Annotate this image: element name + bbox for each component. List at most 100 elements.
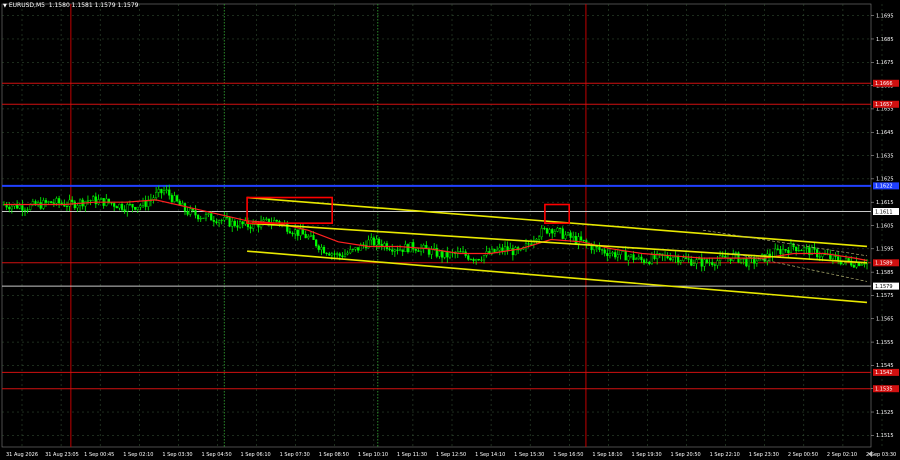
candle-body — [753, 257, 756, 264]
candle-body — [742, 258, 745, 260]
time-tick-label: 1 Sep 03:30 — [162, 452, 192, 458]
candle-body — [459, 251, 462, 253]
candle-body — [320, 247, 323, 250]
level-price-badge-label: 1.1579 — [875, 284, 893, 290]
candle-body — [341, 255, 344, 258]
candle-body — [328, 253, 331, 256]
candle-body — [692, 263, 695, 266]
price-tick-label: 1.1695 — [876, 13, 894, 19]
candle-body — [448, 252, 452, 258]
candle-body — [330, 253, 333, 256]
candle-body — [616, 254, 619, 258]
signal-rectangle[interactable] — [544, 203, 571, 224]
price-tick-label: 1.1545 — [876, 363, 894, 369]
candle-body — [157, 188, 160, 193]
candle-body — [682, 257, 685, 261]
candle-body — [76, 205, 79, 209]
time-tick-label: 1 Sep 08:50 — [319, 452, 349, 458]
candle-body — [126, 204, 129, 212]
candle-body — [789, 243, 793, 254]
candle-body — [404, 244, 407, 252]
candle-body — [160, 188, 163, 194]
trading-chart-window[interactable]: 1.16951.16851.16751.16651.16551.16451.16… — [0, 0, 900, 460]
trend-channel-line[interactable] — [247, 250, 868, 304]
candle-body — [677, 256, 680, 263]
candle-body — [629, 254, 633, 257]
candle-body — [427, 248, 431, 255]
price-tick-label: 1.1635 — [876, 153, 894, 159]
candle-body — [197, 214, 200, 220]
candle-body — [294, 229, 297, 235]
candle-body — [29, 204, 32, 210]
candle-body — [176, 195, 179, 202]
candle-body — [614, 252, 617, 258]
candle-body — [721, 255, 724, 257]
candle-body — [569, 232, 572, 238]
candle-body — [349, 249, 352, 254]
candle-body — [238, 221, 242, 228]
candle-body — [131, 204, 134, 208]
candle-body — [178, 200, 181, 206]
candle-body — [346, 252, 349, 255]
candle-body — [378, 239, 381, 245]
candle-body — [393, 249, 396, 252]
candle-body — [653, 254, 656, 259]
candle-body — [288, 231, 292, 234]
candle-body — [113, 203, 116, 207]
candle-body — [787, 250, 790, 254]
time-tick-label: 1 Sep 02:10 — [123, 452, 153, 458]
candle-body — [94, 196, 97, 205]
candle-body — [566, 232, 570, 236]
candle-body — [204, 214, 208, 219]
candle-body — [530, 243, 533, 245]
candle-body — [506, 246, 509, 251]
candle-body — [805, 247, 808, 249]
candle-body — [545, 228, 549, 234]
candle-body — [322, 247, 326, 254]
time-tick-label: 1 Sep 23:30 — [749, 452, 779, 458]
candle-body — [317, 245, 320, 250]
candle-body — [527, 243, 530, 245]
candle-body — [800, 250, 803, 252]
candle-body — [18, 205, 21, 209]
time-tick-label: 1 Sep 00:45 — [84, 452, 114, 458]
level-price-badge-label: 1.1666 — [875, 81, 893, 87]
candle-body — [210, 213, 213, 221]
candle-body — [120, 203, 124, 210]
candle-body — [608, 253, 612, 257]
candle-body — [855, 262, 858, 268]
candle-body — [212, 220, 215, 222]
candle-body — [475, 259, 478, 261]
candle-body — [684, 257, 688, 259]
candle-body — [579, 236, 583, 241]
candle-body — [312, 235, 315, 241]
candle-body — [189, 208, 192, 215]
level-price-badge-label: 1.1622 — [875, 184, 893, 190]
candle-body — [26, 209, 29, 211]
time-tick-label: 1 Sep 18:10 — [592, 452, 622, 458]
candle-body — [564, 234, 567, 239]
candle-body — [68, 199, 71, 207]
candle-body — [797, 250, 800, 252]
candle-body — [233, 220, 236, 226]
time-tick-label: 1 Sep 19:30 — [631, 452, 661, 458]
candle-body — [183, 203, 187, 212]
candle-body — [223, 217, 226, 221]
time-tick-label: 1 Sep 14:10 — [475, 452, 505, 458]
candle-body — [398, 249, 402, 251]
time-tick-label: 1 Sep 06:10 — [241, 452, 271, 458]
price-chart[interactable]: 1.16951.16851.16751.16651.16551.16451.16… — [0, 0, 900, 460]
triangle-down-icon[interactable]: ▼ — [3, 3, 7, 9]
candle-body — [296, 229, 299, 236]
candle-body — [774, 248, 777, 257]
candle-body — [388, 248, 391, 250]
candle-body — [84, 201, 87, 207]
candle-body — [705, 259, 709, 263]
candle-body — [755, 260, 758, 264]
candle-body — [821, 253, 824, 257]
candle-body — [123, 209, 126, 212]
dashed-trend-line[interactable] — [733, 253, 868, 282]
dashed-trend-line[interactable] — [702, 229, 868, 257]
candle-body — [745, 258, 748, 267]
candle-body — [632, 254, 635, 260]
